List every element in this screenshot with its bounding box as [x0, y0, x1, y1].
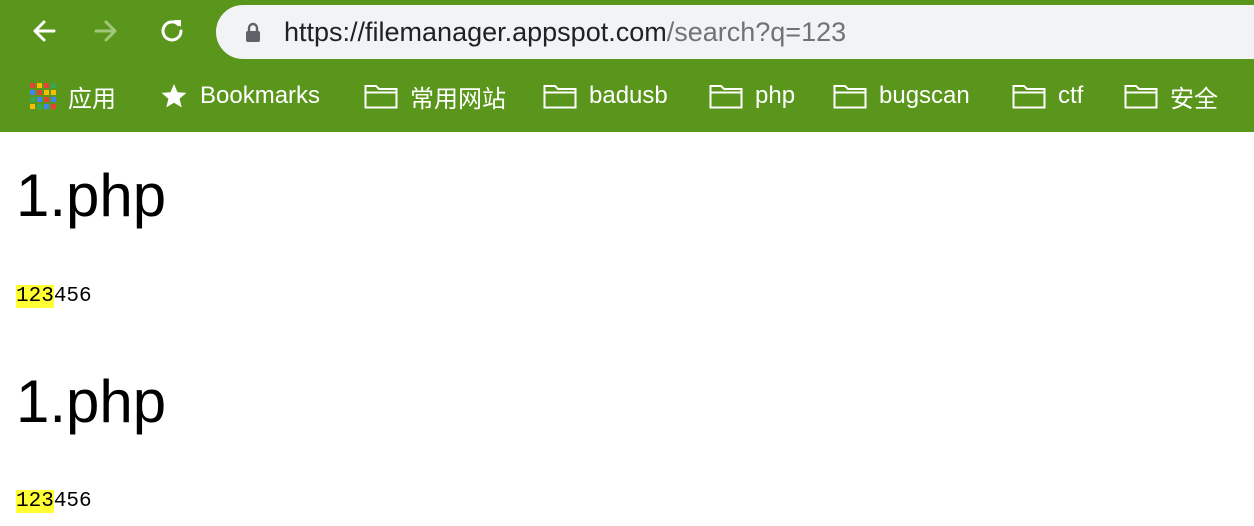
bookmark-folder-bugscan[interactable]: bugscan [833, 66, 970, 126]
result-snippet: 123456 [16, 489, 92, 515]
browser-toolbar: https://filemanager.appspot.com/search?q… [0, 0, 1254, 66]
bookmark-label: 常用网站 [410, 85, 506, 113]
address-bar[interactable]: https://filemanager.appspot.com/search?q… [216, 5, 1254, 59]
url-text[interactable]: https://filemanager.appspot.com/search?q… [284, 5, 846, 59]
url-host: https://filemanager.appspot.com [284, 17, 667, 47]
bookmark-folder-common-sites[interactable]: 常用网站 [364, 66, 506, 126]
bookmark-label: bugscan [879, 82, 970, 109]
search-highlight: 123 [16, 490, 54, 513]
result-title: 1.php [16, 162, 167, 229]
bookmark-label: php [755, 82, 796, 109]
bookmark-label: Bookmarks [200, 82, 321, 109]
page-content: 1.php 123456 1.php 123456 [0, 132, 1254, 526]
reload-icon [161, 20, 183, 42]
back-arrow-icon [33, 20, 56, 42]
reload-button[interactable] [154, 13, 190, 49]
snippet-text: 456 [53, 490, 92, 513]
forward-button[interactable] [88, 13, 124, 49]
bookmark-label: badusb [589, 82, 668, 109]
folder-icon [543, 83, 577, 109]
bookmark-label: 应用 [68, 85, 116, 113]
forward-arrow-icon [94, 20, 117, 42]
lock-icon [246, 22, 260, 42]
bookmark-bookmarks[interactable]: Bookmarks [160, 66, 320, 126]
bookmark-folder-badusb[interactable]: badusb [543, 66, 668, 126]
folder-icon [1012, 83, 1046, 109]
browser-chrome: https://filemanager.appspot.com/search?q… [0, 0, 1254, 132]
bookmark-folder-php[interactable]: php [709, 66, 795, 126]
snippet-text: 456 [53, 285, 92, 308]
folder-icon [833, 83, 867, 109]
bookmark-label: 安全 [1170, 85, 1218, 113]
result-title: 1.php [16, 368, 167, 435]
result-snippet: 123456 [16, 284, 92, 310]
bookmark-apps[interactable]: 应用 [30, 66, 116, 126]
url-path: /search?q=123 [666, 17, 847, 47]
bookmark-folder-security[interactable]: 安全 [1124, 66, 1218, 126]
bookmark-label: ctf [1058, 82, 1084, 109]
folder-icon [364, 83, 398, 109]
search-highlight: 123 [16, 285, 54, 308]
bookmarks-bar: 应用 Bookmarks 常用网站 badusb php bugscan ctf… [0, 66, 1254, 132]
folder-icon [709, 83, 743, 109]
bookmark-folder-ctf[interactable]: ctf [1012, 66, 1083, 126]
back-button[interactable] [26, 13, 62, 49]
star-icon [160, 82, 188, 110]
apps-grid-icon [30, 83, 56, 109]
folder-icon [1124, 83, 1158, 109]
